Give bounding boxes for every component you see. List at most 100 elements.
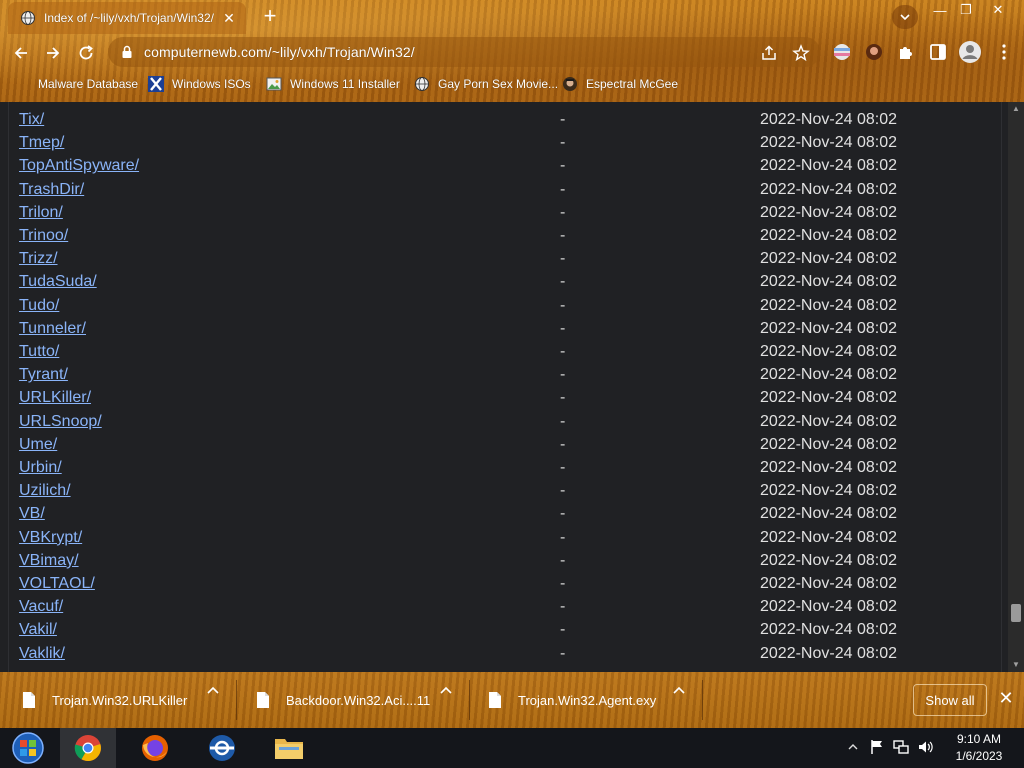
size-cell: -: [560, 203, 566, 221]
vertical-scrollbar[interactable]: ▲ ▼: [1008, 102, 1024, 672]
date-cell: 2022-Nov-24 08:02: [760, 528, 897, 546]
puzzle-icon[interactable]: [896, 42, 916, 62]
directory-link[interactable]: VBKrypt/: [19, 529, 82, 547]
date-cell: 2022-Nov-24 08:02: [760, 644, 897, 662]
directory-link[interactable]: TrashDir/: [19, 181, 84, 199]
date-cell: 2022-Nov-24 08:02: [760, 111, 897, 128]
directory-link[interactable]: Trinoo/: [19, 227, 68, 245]
directory-link[interactable]: TudaSuda/: [19, 273, 97, 291]
tab-active[interactable]: Index of /~lily/vxh/Trojan/Win32/ ✕: [8, 2, 246, 34]
directory-link[interactable]: VB/: [19, 505, 45, 523]
share-icon[interactable]: [760, 44, 778, 62]
taskbar-firefox[interactable]: [127, 728, 183, 768]
directory-link[interactable]: Uzilich/: [19, 482, 71, 500]
directory-link[interactable]: Urbin/: [19, 459, 62, 477]
bookmark-label: Gay Porn Sex Movie...: [438, 77, 559, 91]
new-tab-button[interactable]: +: [258, 5, 282, 28]
directory-link[interactable]: Ume/: [19, 436, 57, 454]
download-options-button[interactable]: [669, 682, 689, 698]
listing-row: Tutto/ - 2022-Nov-24 08:02: [0, 343, 1000, 366]
extension-flag-icon[interactable]: [832, 42, 852, 62]
system-clock[interactable]: 9:10 AM 1/6/2023: [944, 731, 1014, 765]
date-cell: 2022-Nov-24 08:02: [760, 366, 897, 384]
profile-icon[interactable]: [958, 40, 982, 64]
close-shelf-icon[interactable]: ✕: [998, 689, 1014, 707]
bookmark-item[interactable]: Espectral McGee: [562, 76, 678, 92]
show-all-button[interactable]: Show all: [913, 684, 987, 716]
listing-row: Vakil/ - 2022-Nov-24 08:02: [0, 621, 1000, 644]
directory-link[interactable]: Vaklik/: [19, 645, 65, 663]
size-cell: -: [560, 319, 566, 337]
show-hidden-icons-button[interactable]: [844, 738, 862, 756]
clock-time: 9:10 AM: [956, 732, 1002, 746]
size-cell: -: [560, 343, 566, 360]
start-button[interactable]: [0, 728, 56, 768]
browser-chrome: Index of /~lily/vxh/Trojan/Win32/ ✕ + — …: [0, 0, 1024, 102]
reload-icon: [79, 45, 93, 60]
scroll-thumb[interactable]: [1011, 604, 1021, 622]
kebab-menu-icon[interactable]: [994, 42, 1014, 62]
tab-title: Index of /~lily/vxh/Trojan/Win32/: [44, 11, 214, 25]
bookmark-item[interactable]: Gay Porn Sex Movie...: [414, 76, 558, 92]
download-name: Backdoor.Win32.Aci....11: [286, 692, 431, 708]
date-cell: 2022-Nov-24 08:02: [760, 227, 897, 244]
download-item[interactable]: Trojan.Win32.URLKiller: [22, 682, 187, 718]
tab-search-button[interactable]: [892, 5, 918, 29]
directory-link[interactable]: Tutto/: [19, 343, 59, 361]
listing-row: TudaSuda/ - 2022-Nov-24 08:02: [0, 273, 1000, 296]
listing-row: Ume/ - 2022-Nov-24 08:02: [0, 436, 1000, 459]
date-cell: 2022-Nov-24 08:02: [760, 157, 897, 175]
listing-row: Tudo/ - 2022-Nov-24 08:02: [0, 297, 1000, 320]
directory-link[interactable]: Trilon/: [19, 204, 63, 222]
directory-link[interactable]: Trizz/: [19, 250, 58, 268]
directory-link[interactable]: VOLTAOL/: [19, 575, 95, 593]
taskbar-outlook[interactable]: [194, 728, 250, 768]
taskbar-explorer[interactable]: [261, 728, 317, 768]
reload-button[interactable]: [73, 40, 99, 66]
download-item[interactable]: Trojan.Win32.Agent.exy: [488, 682, 656, 718]
side-panel-icon[interactable]: [928, 42, 948, 62]
scroll-down-icon[interactable]: ▼: [1011, 660, 1021, 670]
directory-link[interactable]: Tix/: [19, 111, 44, 129]
chevron-up-icon: [440, 686, 452, 694]
avatar-extension-icon[interactable]: [864, 42, 884, 62]
taskbar-chrome[interactable]: [60, 728, 116, 768]
network-icon: [893, 740, 909, 754]
listing-row: TopAntiSpyware/ - 2022-Nov-24 08:02: [0, 157, 1000, 180]
divider: [469, 680, 470, 720]
listing-row: Urbin/ - 2022-Nov-24 08:02: [0, 459, 1000, 482]
restore-button[interactable]: ❐: [950, 0, 982, 20]
action-center-button[interactable]: [868, 738, 886, 756]
download-options-button[interactable]: [203, 682, 223, 698]
close-window-button[interactable]: ✕: [982, 0, 1014, 20]
back-button[interactable]: [8, 40, 34, 66]
globe-favicon-icon: [21, 11, 35, 25]
download-options-button[interactable]: [436, 682, 456, 698]
listing-row: Trilon/ - 2022-Nov-24 08:02: [0, 204, 1000, 227]
directory-link[interactable]: Tyrant/: [19, 366, 68, 384]
star-icon[interactable]: [792, 44, 810, 62]
directory-link[interactable]: URLKiller/: [19, 389, 91, 407]
directory-link[interactable]: URLSnoop/: [19, 413, 102, 431]
scroll-up-icon[interactable]: ▲: [1011, 104, 1021, 114]
directory-link[interactable]: TopAntiSpyware/: [19, 157, 139, 175]
bookmark-item[interactable]: Malware Database: [14, 76, 138, 92]
directory-link[interactable]: Tmep/: [19, 134, 64, 152]
tab-close-icon[interactable]: ✕: [220, 10, 238, 27]
forward-button[interactable]: [40, 40, 66, 66]
directory-link[interactable]: Tudo/: [19, 297, 59, 315]
lock-icon[interactable]: [120, 45, 134, 59]
bookmark-label: Espectral McGee: [586, 77, 679, 91]
network-button[interactable]: [892, 738, 910, 756]
directory-link[interactable]: VBimay/: [19, 552, 79, 570]
flag-icon: [871, 740, 882, 754]
download-name: Trojan.Win32.Agent.exy: [518, 692, 657, 708]
bookmark-item[interactable]: Windows 11 Installer: [266, 76, 400, 92]
address-bar[interactable]: computernewb.com/~lily/vxh/Trojan/Win32/: [108, 37, 820, 67]
bookmark-item[interactable]: Windows ISOs: [148, 76, 251, 92]
download-item[interactable]: Backdoor.Win32.Aci....11: [256, 682, 430, 718]
directory-link[interactable]: Tunneler/: [19, 320, 86, 338]
volume-button[interactable]: [916, 738, 934, 756]
directory-link[interactable]: Vakil/: [19, 621, 57, 639]
directory-link[interactable]: Vacuf/: [19, 598, 63, 616]
